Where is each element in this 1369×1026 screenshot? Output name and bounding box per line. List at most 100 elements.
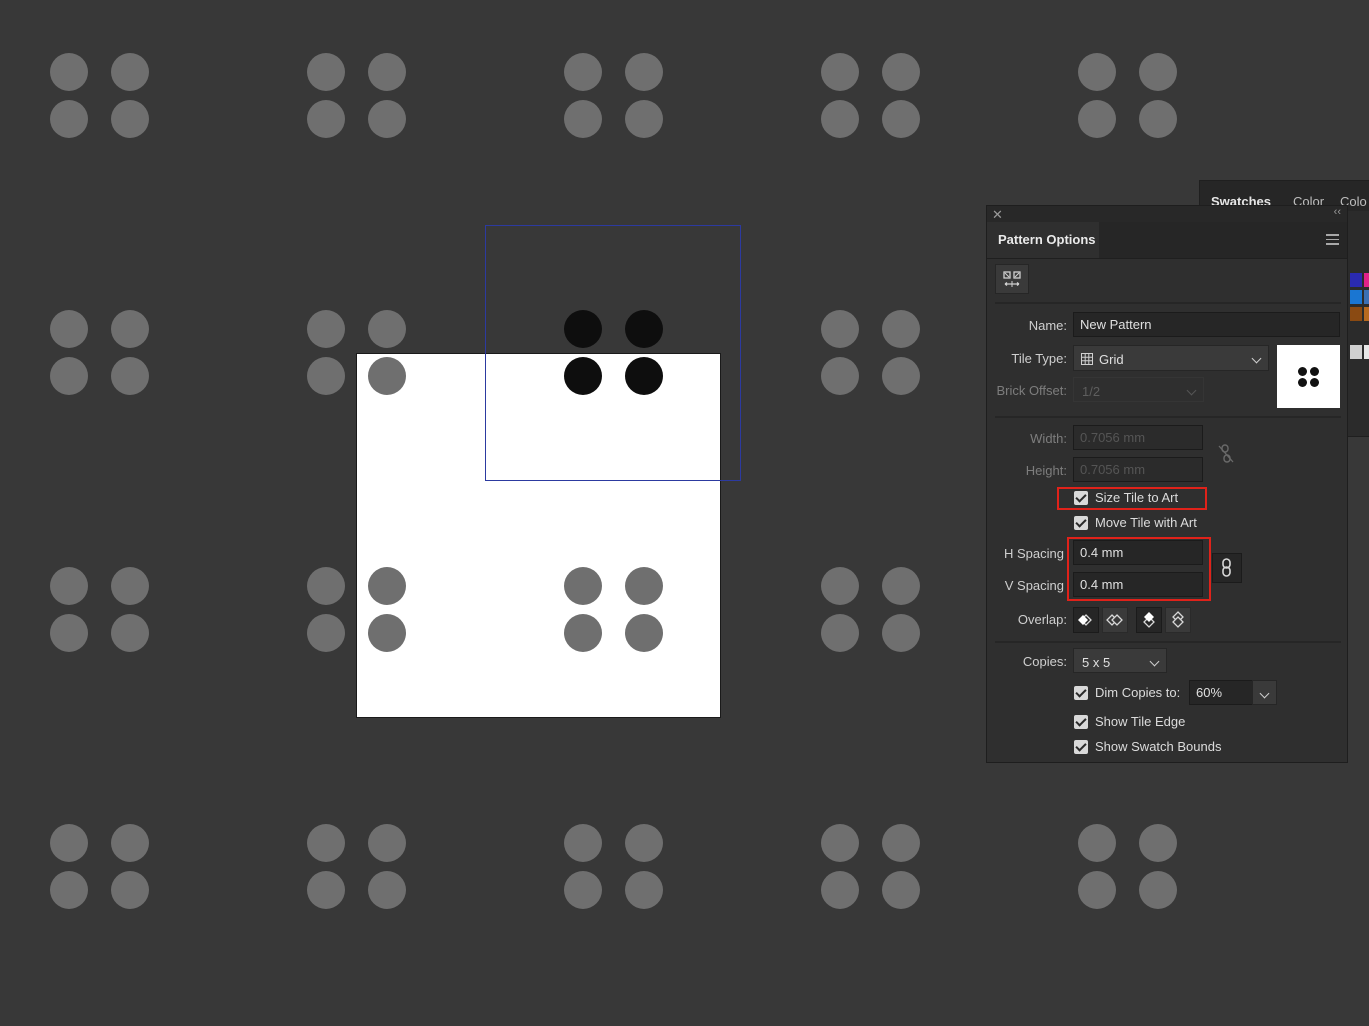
- swatch-orange-brown[interactable]: [1364, 307, 1369, 321]
- pattern-copy-dot: [50, 53, 88, 91]
- show-tile-edge-checkbox[interactable]: Show Tile Edge: [1074, 714, 1194, 732]
- dim-copies-checkbox[interactable]: Dim Copies to:: [1074, 685, 1180, 703]
- pattern-copy-dot: [882, 357, 920, 395]
- pattern-copy-dot: [111, 567, 149, 605]
- brick-offset-select: 1/2: [1073, 377, 1204, 402]
- copies-label: Copies:: [1022, 654, 1067, 669]
- swatch-preview: [1277, 345, 1340, 408]
- checkbox-checked[interactable]: [1074, 715, 1088, 729]
- copies-value: 5 x 5: [1082, 655, 1111, 670]
- overlap-right-in-front-button[interactable]: [1102, 607, 1128, 633]
- dim-copies-dropdown[interactable]: [1252, 680, 1277, 705]
- pattern-copy-dot: [1139, 824, 1177, 862]
- collapse-panel-icon[interactable]: ‹‹: [1334, 206, 1341, 218]
- swatch-steel-blue[interactable]: [1364, 290, 1369, 304]
- overlap-label: Overlap:: [1017, 612, 1067, 627]
- show-swatch-bounds-checkbox[interactable]: Show Swatch Bounds: [1074, 739, 1224, 757]
- pattern-copy-dot: [50, 824, 88, 862]
- pattern-copy-dot: [564, 614, 602, 652]
- pattern-copy-dot: [50, 614, 88, 652]
- height-label: Height:: [1025, 463, 1067, 478]
- pattern-copy-dot: [50, 357, 88, 395]
- move-tile-with-art-checkbox[interactable]: Move Tile with Art: [1074, 515, 1214, 533]
- pattern-copy-dot: [368, 567, 406, 605]
- checkbox-checked[interactable]: [1074, 740, 1088, 754]
- tab-pattern-options[interactable]: Pattern Options: [987, 222, 1099, 258]
- panel-menu-icon[interactable]: [1326, 234, 1339, 248]
- show-swatch-bounds-label: Show Swatch Bounds: [1095, 739, 1222, 754]
- pattern-options-panel: ✕ ‹‹ Pattern Options Name: Tile Type: Gr…: [986, 205, 1348, 763]
- pattern-copy-dot: [625, 100, 663, 138]
- chevron-down-icon: [1251, 353, 1262, 364]
- pattern-copy-dot: [1139, 871, 1177, 909]
- pattern-copy-dot: [111, 357, 149, 395]
- pattern-copy-dot: [111, 824, 149, 862]
- pattern-copy-dot: [625, 567, 663, 605]
- brick-offset-value: 1/2: [1082, 384, 1101, 399]
- dim-copies-label: Dim Copies to:: [1095, 685, 1181, 700]
- pattern-copy-dot: [564, 100, 602, 138]
- close-icon[interactable]: ✕: [992, 207, 1003, 223]
- divider: [995, 416, 1341, 418]
- swatch-magenta[interactable]: [1364, 273, 1369, 287]
- pattern-copy-dot: [111, 871, 149, 909]
- pattern-copy-dot: [111, 100, 149, 138]
- pattern-copy-dot: [368, 53, 406, 91]
- swatch-light-gray[interactable]: [1350, 345, 1362, 359]
- pattern-tile-tool-button[interactable]: [995, 264, 1029, 294]
- pattern-copy-dot: [307, 100, 345, 138]
- show-tile-edge-label: Show Tile Edge: [1095, 714, 1186, 729]
- chain-link-icon: [1222, 558, 1231, 577]
- overlap-bottom-in-front-button[interactable]: [1165, 607, 1191, 633]
- pattern-copy-dot: [882, 614, 920, 652]
- chevron-down-icon: [1259, 688, 1270, 699]
- pattern-copy-dot: [821, 357, 859, 395]
- chevron-down-icon: [1149, 656, 1160, 667]
- pattern-copy-dot: [1139, 53, 1177, 91]
- pattern-copy-dot: [564, 567, 602, 605]
- pattern-copy-dot: [307, 53, 345, 91]
- swatch-blue[interactable]: [1350, 273, 1362, 287]
- chevron-down-icon: [1186, 385, 1197, 396]
- pattern-copy-dot: [821, 310, 859, 348]
- v-spacing-label: V Spacing: [1004, 578, 1064, 593]
- name-label: Name:: [1028, 318, 1067, 333]
- dim-copies-input[interactable]: [1189, 680, 1253, 705]
- swatch-white-gray[interactable]: [1364, 345, 1369, 359]
- tile-type-label: Tile Type:: [1011, 351, 1067, 366]
- pattern-copy-dot: [1139, 100, 1177, 138]
- pattern-copy-dot: [111, 310, 149, 348]
- pattern-copy-dot: [882, 567, 920, 605]
- overlap-right-icon: [1106, 614, 1123, 626]
- pattern-copy-dot: [625, 614, 663, 652]
- unlinked-chain-icon[interactable]: [1218, 444, 1234, 464]
- pattern-name-input[interactable]: [1073, 312, 1340, 337]
- preview-dot: [1310, 367, 1319, 376]
- checkbox-checked[interactable]: [1074, 516, 1088, 530]
- checkbox-checked[interactable]: [1074, 686, 1088, 700]
- highlight-box-size-tile: [1057, 487, 1207, 510]
- pattern-copy-dot: [821, 100, 859, 138]
- panel-title: Pattern Options: [998, 232, 1096, 247]
- link-spacing-button[interactable]: [1212, 553, 1242, 583]
- pattern-copy-dot: [882, 871, 920, 909]
- pattern-copy-dot: [882, 310, 920, 348]
- tile-type-value: Grid: [1099, 352, 1124, 367]
- pattern-copy-dot: [50, 871, 88, 909]
- pattern-copy-dot: [368, 871, 406, 909]
- pattern-copy-dot: [882, 824, 920, 862]
- grid-icon: [1081, 353, 1093, 365]
- preview-dot: [1310, 378, 1319, 387]
- overlap-left-in-front-button[interactable]: [1073, 607, 1099, 633]
- pattern-copy-dot: [111, 53, 149, 91]
- pattern-copy-dot: [821, 614, 859, 652]
- pattern-copy-dot: [564, 824, 602, 862]
- swatch-brown[interactable]: [1350, 307, 1362, 321]
- copies-select[interactable]: 5 x 5: [1073, 648, 1167, 673]
- pattern-copy-dot: [307, 824, 345, 862]
- tile-type-select[interactable]: Grid: [1073, 345, 1269, 371]
- pattern-tile-bounds[interactable]: [485, 225, 741, 481]
- overlap-top-in-front-button[interactable]: [1136, 607, 1162, 633]
- swatch-azure[interactable]: [1350, 290, 1362, 304]
- pattern-copy-dot: [821, 53, 859, 91]
